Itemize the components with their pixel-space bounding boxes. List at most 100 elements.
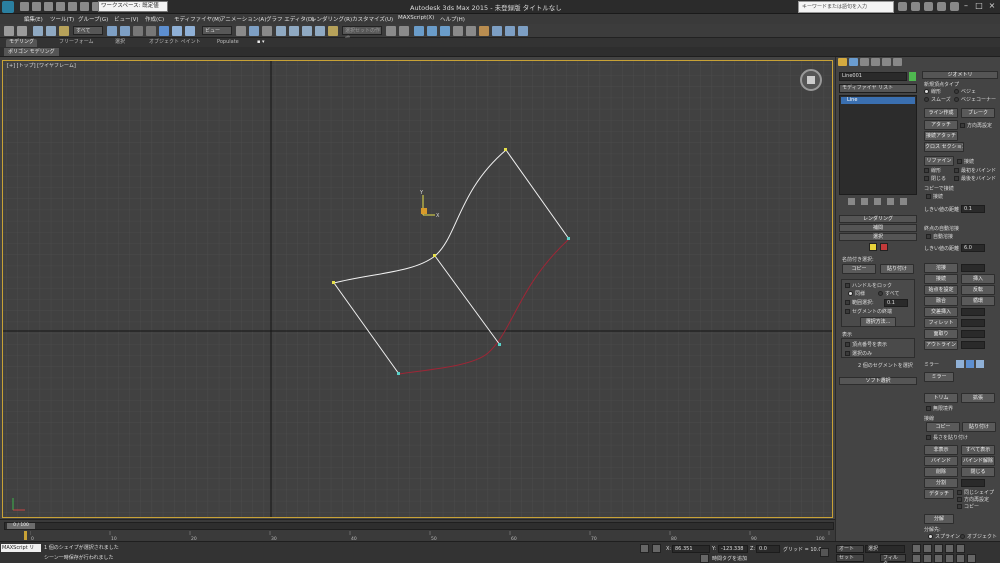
- rendered-frame-icon[interactable]: [505, 26, 515, 36]
- keyboard-shortcut-icon[interactable]: [262, 26, 272, 36]
- polygon-modeling-tab[interactable]: ポリゴン モデリング: [4, 48, 59, 56]
- ribbon-options-icon[interactable]: ▪ ▾: [254, 39, 268, 47]
- make-unique-icon[interactable]: [874, 198, 881, 205]
- angle-snap-icon[interactable]: [289, 26, 299, 36]
- time-slider-thumb[interactable]: 0 / 100: [7, 523, 35, 529]
- vertex-type-smooth-radio[interactable]: [924, 97, 929, 102]
- undo-icon[interactable]: [56, 2, 65, 11]
- area-selection-spinner[interactable]: 0.1: [884, 299, 908, 307]
- hide-button[interactable]: 非表示: [924, 445, 958, 455]
- tab-populate[interactable]: Populate: [214, 39, 242, 47]
- create-tab-icon[interactable]: [838, 58, 847, 66]
- menu-animation[interactable]: アニメーション(A): [220, 15, 266, 23]
- maximize-viewport-icon[interactable]: [967, 554, 976, 563]
- bind-space-warp-icon[interactable]: [59, 26, 69, 36]
- connect-button[interactable]: 接続: [924, 274, 958, 284]
- chamfer-spinner[interactable]: [961, 330, 985, 338]
- unlink-icon[interactable]: [46, 26, 56, 36]
- utilities-tab-icon[interactable]: [893, 58, 902, 66]
- selection-filter-dropdown[interactable]: すべて: [73, 26, 103, 35]
- align-icon[interactable]: [399, 26, 409, 36]
- copy-selection-button[interactable]: コピー: [842, 264, 876, 274]
- vertex-type-bezier-corner-radio[interactable]: [954, 97, 959, 102]
- closed-checkbox[interactable]: [924, 176, 929, 181]
- menu-customize[interactable]: カスタマイズ(U): [352, 15, 393, 23]
- pivot-point-icon[interactable]: [236, 26, 246, 36]
- pan-icon[interactable]: [945, 554, 954, 563]
- threshold-spinner[interactable]: 0.1: [961, 205, 985, 213]
- link-icon[interactable]: [33, 26, 43, 36]
- explode-button[interactable]: 分解: [924, 514, 954, 524]
- rollout-soft-selection[interactable]: ソフト選択: [839, 377, 917, 385]
- vertex-type-linear-radio[interactable]: [924, 89, 929, 94]
- key-filter-dropdown[interactable]: 選択: [865, 545, 905, 553]
- cross-insert-spinner[interactable]: [961, 308, 985, 316]
- selected-only-checkbox[interactable]: [845, 351, 850, 356]
- snaps-toggle-icon[interactable]: [276, 26, 286, 36]
- outline-button[interactable]: アウトライン: [924, 340, 958, 350]
- save-file-icon[interactable]: [44, 2, 53, 11]
- auto-key-button[interactable]: オート: [836, 545, 864, 553]
- menu-edit[interactable]: 編集(E): [24, 15, 43, 23]
- time-tag-icon[interactable]: [700, 554, 709, 563]
- workspace-dropdown[interactable]: ワークスペース: 既定値: [98, 1, 168, 12]
- vertex-point[interactable]: [433, 254, 436, 257]
- detach-button[interactable]: デタッチ: [924, 489, 954, 499]
- hierarchy-tab-icon[interactable]: [860, 58, 869, 66]
- show-vertex-numbers-checkbox[interactable]: [845, 342, 850, 347]
- menu-create[interactable]: 作成(C): [145, 15, 164, 23]
- set-key-button[interactable]: セット: [836, 554, 864, 562]
- mirror-vertical-icon[interactable]: [966, 360, 974, 368]
- attach-reorient-checkbox[interactable]: [960, 123, 965, 128]
- spinner-snap-icon[interactable]: [315, 26, 325, 36]
- vertex-point[interactable]: [567, 237, 570, 240]
- project-folder-icon[interactable]: [80, 2, 89, 11]
- zoom-extents-icon[interactable]: [934, 554, 943, 563]
- undo-tool-icon[interactable]: [4, 26, 14, 36]
- previous-frame-icon[interactable]: [923, 544, 932, 553]
- make-first-button[interactable]: 始点を設定: [924, 285, 958, 295]
- bind-last-checkbox[interactable]: [954, 176, 959, 181]
- render-production-icon[interactable]: [518, 26, 528, 36]
- to-spline-radio[interactable]: [928, 534, 933, 539]
- paste-selection-button[interactable]: 貼り付け: [880, 264, 914, 274]
- cross-section-button[interactable]: クロス セクション: [924, 142, 964, 152]
- delete-button[interactable]: 削除: [924, 467, 958, 477]
- layer-explorer-icon[interactable]: [427, 26, 437, 36]
- edit-named-selections-icon[interactable]: [328, 26, 338, 36]
- viewport-label[interactable]: [+] [トップ] [ワイヤフレーム]: [7, 62, 76, 69]
- vertex-type-bezier-radio[interactable]: [954, 89, 959, 94]
- weld-spinner[interactable]: [961, 264, 985, 272]
- rollout-rendering[interactable]: レンダリング: [839, 215, 917, 223]
- menu-rendering[interactable]: レンダリング(R): [311, 15, 352, 23]
- orbit-icon[interactable]: [956, 554, 965, 563]
- add-time-tag[interactable]: 時間タグを追加: [712, 555, 747, 562]
- divide-button[interactable]: 分割: [924, 478, 958, 488]
- redo-tool-icon[interactable]: [17, 26, 27, 36]
- schematic-view-icon[interactable]: [466, 26, 476, 36]
- chamfer-button[interactable]: 面取り: [924, 329, 958, 339]
- all-radio[interactable]: [878, 291, 883, 296]
- close-spline-button[interactable]: 閉じる: [961, 467, 995, 477]
- menu-help[interactable]: ヘルプ(H): [440, 15, 465, 23]
- object-name-field[interactable]: Line001: [839, 72, 907, 81]
- star-icon[interactable]: [924, 2, 933, 11]
- to-object-radio[interactable]: [960, 534, 965, 539]
- unbind-button[interactable]: バインド解除: [961, 456, 995, 466]
- reverse-button[interactable]: 反転: [961, 285, 995, 295]
- viewport-canvas[interactable]: Y X: [3, 61, 833, 518]
- open-file-icon[interactable]: [32, 2, 41, 11]
- tangent-paste-button[interactable]: 貼り付け: [962, 422, 996, 432]
- current-frame-marker[interactable]: [24, 531, 27, 540]
- redo-icon[interactable]: [68, 2, 77, 11]
- scale-icon[interactable]: [185, 26, 195, 36]
- rollout-interpolation[interactable]: 補間: [839, 224, 917, 232]
- help-icon[interactable]: [937, 2, 946, 11]
- next-frame-icon[interactable]: [945, 544, 954, 553]
- select-manipulate-icon[interactable]: [249, 26, 259, 36]
- auto-weld-checkbox[interactable]: [926, 234, 931, 239]
- selection-lock-icon[interactable]: [640, 544, 649, 553]
- unhide-all-button[interactable]: すべて表示: [961, 445, 995, 455]
- insert-button[interactable]: 挿入: [961, 274, 995, 284]
- display-tab-icon[interactable]: [882, 58, 891, 66]
